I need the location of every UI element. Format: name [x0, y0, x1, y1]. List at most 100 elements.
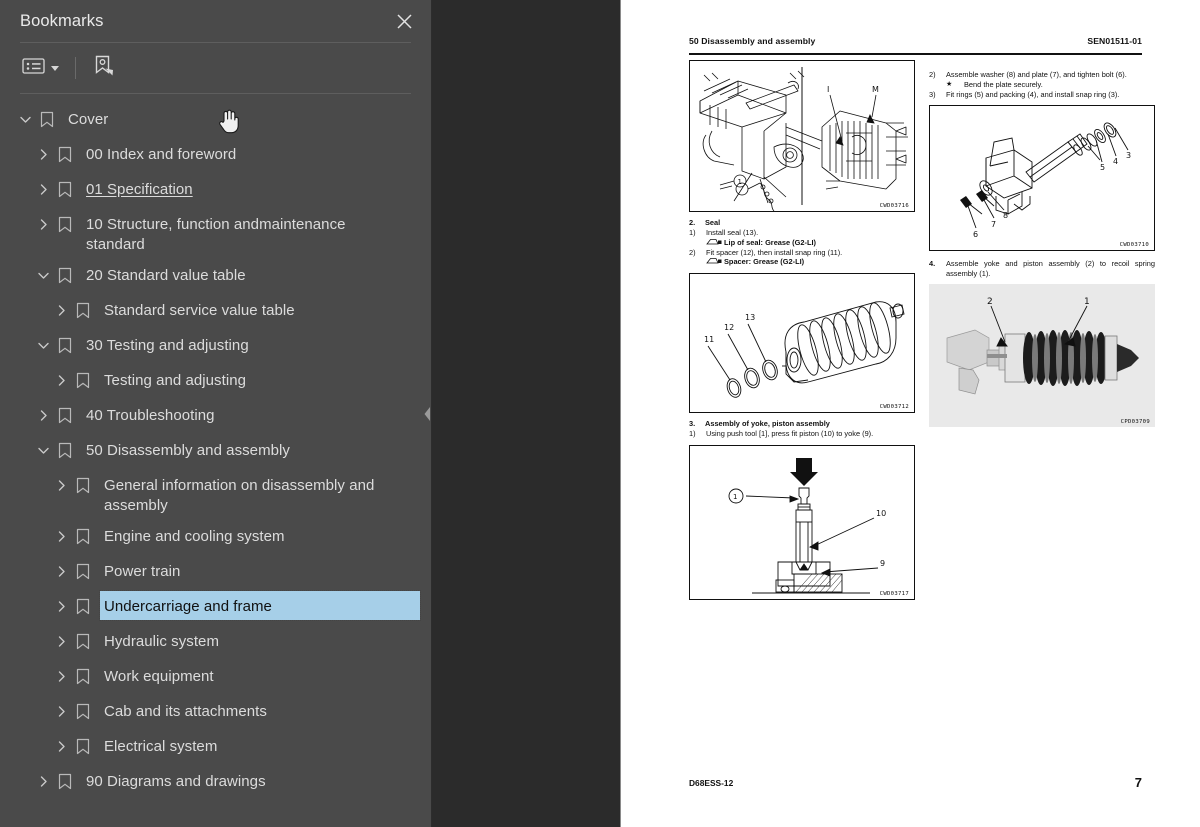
bookmark-icon [72, 521, 94, 552]
bookmark-item-40-troubleshooting[interactable]: 40 Troubleshooting [0, 398, 431, 433]
page-header-left: 50 Disassembly and assembly [689, 36, 816, 46]
bookmark-item-work-equipment[interactable]: Work equipment [0, 659, 431, 694]
chevron-down-icon[interactable] [32, 435, 54, 466]
step2-title: Seal [705, 218, 721, 227]
step3-1-number: 1) [689, 429, 696, 439]
new-bookmark-button[interactable] [90, 53, 118, 83]
svg-text:1: 1 [738, 178, 742, 186]
chevron-right-icon[interactable] [50, 696, 72, 727]
bookmark-item-cab-and-its-attachments[interactable]: Cab and its attachments [0, 694, 431, 729]
bookmark-item-label: Work equipment [104, 668, 214, 685]
bookmarks-panel-header: Bookmarks [0, 0, 431, 42]
svg-text:4: 4 [1113, 157, 1118, 166]
chevron-right-icon[interactable] [32, 209, 54, 240]
chevron-right-icon[interactable] [32, 766, 54, 797]
bookmarks-tree[interactable]: Cover 00 Index and foreword 01 Specificati… [0, 94, 431, 827]
page-footer: D68ESS-12 7 [689, 775, 1142, 790]
bookmark-item-label: Power train [104, 563, 181, 580]
document-viewport[interactable]: 50 Disassembly and assembly SEN01511-01 [620, 0, 1200, 827]
chevron-right-icon[interactable] [50, 626, 72, 657]
chevron-down-icon[interactable] [32, 260, 54, 291]
bookmark-item-engine-and-cooling-system[interactable]: Engine and cooling system [0, 519, 431, 554]
bookmark-item-undercarriage-and-frame[interactable]: Undercarriage and frame [0, 589, 431, 624]
bookmark-item-label: Undercarriage and frame [99, 590, 421, 621]
new-bookmark-icon [92, 54, 116, 83]
bookmark-item-label: Cover [68, 111, 109, 128]
chevron-down-icon[interactable] [14, 104, 36, 135]
close-icon[interactable] [391, 8, 417, 34]
bookmark-item-00-index-and-foreword[interactable]: 00 Index and foreword [0, 137, 431, 172]
step3-title: Assembly of yoke, piston assembly [705, 418, 830, 428]
svg-text:I: I [827, 85, 829, 94]
svg-text:8: 8 [1003, 211, 1008, 220]
bookmark-item-label: Testing and adjusting [104, 372, 246, 389]
bookmark-list-options-button[interactable] [20, 53, 61, 83]
right-2-number: 2) [929, 70, 936, 79]
svg-text:13: 13 [745, 313, 755, 322]
page-header: 50 Disassembly and assembly SEN01511-01 [689, 36, 1142, 46]
figure-code-4: CPD03709 [1120, 419, 1150, 426]
chevron-right-icon[interactable] [50, 365, 72, 396]
bookmark-item-power-train[interactable]: Power train [0, 554, 431, 589]
step2-1-body: Install seal (13). [706, 228, 759, 238]
svg-text:12: 12 [724, 323, 734, 332]
pdf-viewer-window: Bookmarks Cover 00 Index and foreword 01… [0, 0, 1200, 827]
bookmark-item-testing-and-adjusting[interactable]: Testing and adjusting [0, 363, 431, 398]
bookmark-icon [54, 260, 76, 291]
bookmark-item-90-diagrams-and-drawings[interactable]: 90 Diagrams and drawings [0, 764, 431, 799]
right-3-body: Fit rings (5) and packing (4), and insta… [946, 89, 1120, 99]
chevron-right-icon[interactable] [50, 470, 72, 501]
svg-text:5: 5 [1100, 163, 1105, 172]
bookmark-item-standard-service-value-table[interactable]: Standard service value table [0, 293, 431, 328]
chevron-right-icon[interactable] [32, 139, 54, 170]
step2-1-number: 1) [689, 228, 696, 238]
chevron-right-icon[interactable] [50, 731, 72, 762]
bookmark-item-50-disassembly-and-assembly[interactable]: 50 Disassembly and assembly [0, 433, 431, 468]
svg-text:7: 7 [991, 220, 996, 229]
chevron-right-icon[interactable] [50, 661, 72, 692]
footer-page-number: 7 [1134, 775, 1142, 790]
text-step-2: 2. Seal 1) Install seal (13). Lip of sea… [689, 218, 915, 267]
chevron-right-icon[interactable] [50, 521, 72, 552]
bookmark-item-20-standard-value-table[interactable]: 20 Standard value table [0, 258, 431, 293]
bookmark-item-10-structure-function-andmaintenance-standard[interactable]: 10 Structure, function andmaintenance st… [0, 207, 431, 258]
chevron-right-icon[interactable] [50, 295, 72, 326]
panel-collapse-toggle[interactable] [422, 403, 432, 425]
grease-icon-2 [706, 257, 724, 267]
page-column-left: I M 1 CWD03716 2. Seal 1) Install seal (… [689, 60, 915, 606]
figure-code-1: CWD03716 [879, 203, 909, 209]
page-column-right: 2) Assemble washer (8) and plate (7), an… [929, 60, 1155, 433]
right-2-body: Assemble washer (8) and plate (7), and t… [946, 70, 1127, 79]
toolbar-divider [75, 57, 76, 79]
bookmark-icon [36, 104, 58, 135]
chevron-right-icon[interactable] [50, 591, 72, 622]
step2-1-note: Lip of seal: Grease (G2-LI) [724, 237, 816, 247]
chevron-right-icon[interactable] [50, 556, 72, 587]
chevron-down-icon[interactable] [32, 330, 54, 361]
panel-title: Bookmarks [20, 11, 104, 30]
bookmark-item-label: 10 Structure, function andmaintenance st… [86, 216, 346, 253]
bookmark-icon [72, 556, 94, 587]
bookmark-item-hydraulic-system[interactable]: Hydraulic system [0, 624, 431, 659]
bookmark-list-icon [22, 57, 45, 80]
svg-text:11: 11 [704, 335, 714, 344]
bookmark-item-label: 01 Specification [86, 181, 193, 198]
step3-1-body: Using push tool [1], press fit piston (1… [706, 429, 874, 439]
bookmark-item-30-testing-and-adjusting[interactable]: 30 Testing and adjusting [0, 328, 431, 363]
bookmark-item-general-information-on-disassembly-and-assembly[interactable]: General information on disassembly and a… [0, 468, 431, 519]
figure-cwd03712: 11 12 13 CWD03712 [689, 272, 915, 413]
chevron-right-icon[interactable] [32, 174, 54, 205]
bookmark-icon [54, 139, 76, 170]
page-header-right: SEN01511-01 [1087, 36, 1142, 46]
bookmark-item-label: Cab and its attachments [104, 703, 267, 720]
figure-code-2: CWD03710 [1119, 242, 1149, 249]
step2-2-note: Spacer: Grease (G2-LI) [724, 257, 805, 267]
bookmark-icon [72, 696, 94, 727]
bookmark-item-cover[interactable]: Cover [0, 102, 431, 137]
chevron-right-icon[interactable] [32, 400, 54, 431]
text-step-3: 3. Assembly of yoke, piston assembly 1) … [689, 419, 915, 439]
bookmark-item-01-specification[interactable]: 01 Specification [0, 172, 431, 207]
svg-text:10: 10 [876, 509, 886, 518]
bookmark-item-label: 00 Index and foreword [86, 146, 237, 163]
bookmark-item-electrical-system[interactable]: Electrical system [0, 729, 431, 764]
